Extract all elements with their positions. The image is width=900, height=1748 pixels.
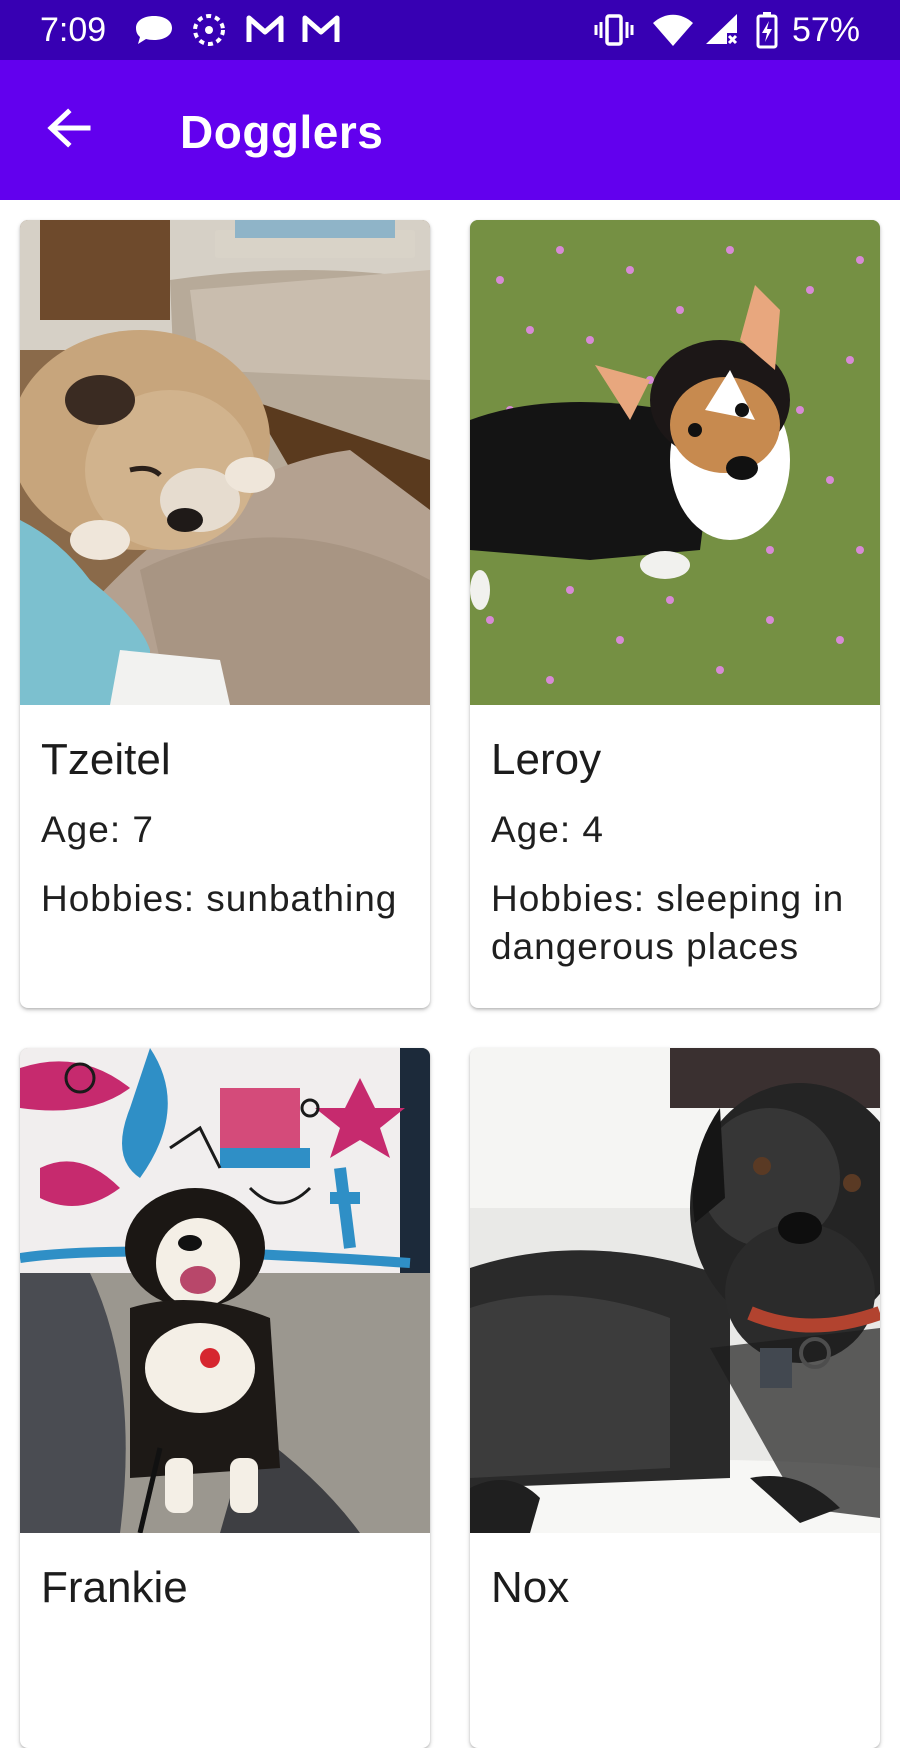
battery-charging-icon bbox=[756, 12, 778, 49]
status-bar: 7:09 57% bbox=[0, 0, 900, 60]
battery-percent: 57% bbox=[791, 11, 860, 49]
dog-card-tzeitel[interactable]: Tzeitel Age: 7 Hobbies: sunbathing bbox=[20, 220, 430, 1008]
dog-photo-frankie bbox=[20, 1048, 430, 1533]
dog-hobbies: Hobbies: sunbathing bbox=[41, 878, 398, 919]
dog-name: Nox bbox=[491, 1563, 570, 1612]
status-time: 7:09 bbox=[40, 11, 107, 49]
cell-signal-icon bbox=[706, 14, 738, 45]
dog-card-leroy[interactable]: Leroy Age: 4 Hobbies: sleeping in danger… bbox=[470, 220, 880, 1008]
gmail-icon bbox=[246, 15, 284, 42]
dog-name: Leroy bbox=[491, 735, 602, 784]
dog-card-frankie[interactable]: Frankie bbox=[20, 1048, 430, 1748]
dog-photo-tzeitel bbox=[20, 220, 430, 705]
app-bar: Dogglers bbox=[0, 60, 900, 200]
system-status-icons: 57% bbox=[594, 11, 860, 49]
dog-photo-nox bbox=[470, 1048, 880, 1533]
dog-age: Age: 4 bbox=[491, 809, 604, 850]
dog-name: Frankie bbox=[41, 1563, 188, 1612]
dog-name: Tzeitel bbox=[41, 735, 171, 784]
dog-hobbies: Hobbies: sleeping in dangerous places bbox=[491, 878, 845, 967]
chat-bubble-icon bbox=[136, 16, 172, 44]
dog-photo-leroy bbox=[470, 220, 880, 705]
back-button[interactable] bbox=[40, 100, 100, 160]
vibrate-icon bbox=[594, 14, 634, 46]
page-title: Dogglers bbox=[180, 106, 384, 158]
dog-card-nox[interactable]: Nox bbox=[470, 1048, 880, 1748]
arrow-back-icon bbox=[47, 108, 91, 148]
sync-ring-icon bbox=[193, 14, 226, 46]
dog-age: Age: 7 bbox=[41, 809, 154, 850]
notification-icons bbox=[134, 12, 353, 48]
wifi-icon bbox=[652, 14, 693, 46]
gmail-icon bbox=[302, 15, 340, 42]
